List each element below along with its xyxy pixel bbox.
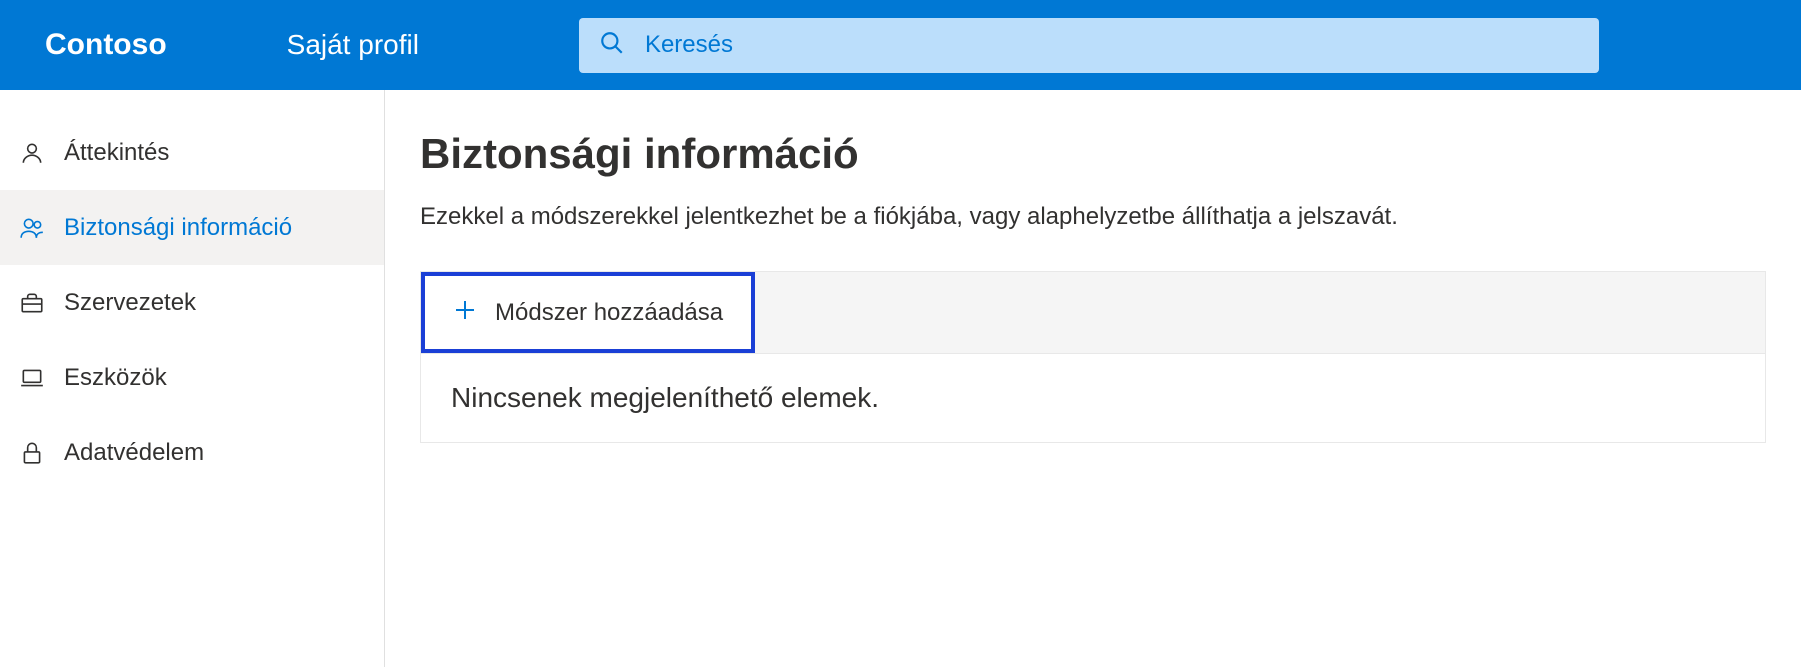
person-icon [18,139,46,167]
briefcase-icon [18,289,46,317]
sidebar-item-organizations[interactable]: Szervezetek [0,265,384,340]
sidebar-item-label: Eszközök [64,364,167,392]
add-method-button[interactable]: Módszer hozzáadása [421,272,755,353]
sidebar-item-label: Adatvédelem [64,439,204,467]
body-area: Áttekintés Biztonsági információ Szervez… [0,90,1801,667]
sidebar-item-privacy[interactable]: Adatvédelem [0,415,384,490]
sidebar-item-label: Biztonsági információ [64,214,292,242]
sidebar-item-overview[interactable]: Áttekintés [0,115,384,190]
lock-icon [18,439,46,467]
brand-label: Contoso [45,28,167,62]
search-box[interactable] [579,18,1599,73]
main-content: Biztonsági információ Ezekkel a módszere… [385,90,1801,667]
people-icon [18,214,46,242]
header: Contoso Saját profil [0,0,1801,90]
plus-icon [453,298,477,327]
search-input[interactable] [645,31,1579,59]
page-title: Biztonsági információ [420,130,1766,178]
sidebar-item-security[interactable]: Biztonsági információ [0,190,384,265]
empty-state-text: Nincsenek megjeleníthető elemek. [420,354,1766,443]
sidebar-item-label: Szervezetek [64,289,196,317]
laptop-icon [18,364,46,392]
sidebar-item-devices[interactable]: Eszközök [0,340,384,415]
sidebar: Áttekintés Biztonsági információ Szervez… [0,90,385,667]
page-subtitle: Ezekkel a módszerekkel jelentkezhet be a… [420,203,1766,231]
search-icon [599,30,625,61]
add-method-label: Módszer hozzáadása [495,299,723,327]
action-row: Módszer hozzáadása [420,271,1766,354]
header-page-name: Saját profil [287,29,419,61]
sidebar-item-label: Áttekintés [64,139,169,167]
